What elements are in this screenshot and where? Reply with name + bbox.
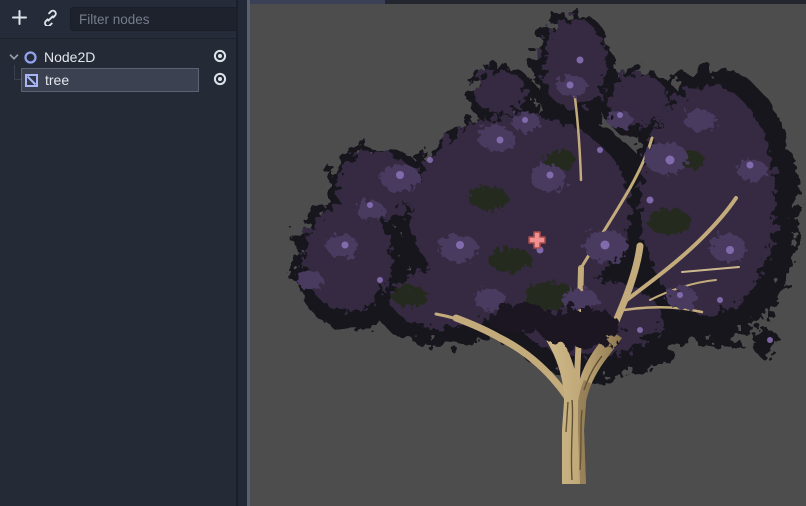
visibility-toggle-node2d[interactable] (208, 45, 232, 69)
canvas-viewport[interactable] (250, 0, 806, 506)
node2d-icon (23, 50, 38, 65)
scene-dock-content: Node2D tree (0, 0, 236, 506)
selected-row-highlight[interactable]: tree (21, 68, 199, 92)
link-icon (41, 9, 58, 29)
tree-row-node2d[interactable]: Node2D (8, 45, 232, 69)
add-node-button[interactable] (6, 6, 32, 32)
scene-toolbar (0, 0, 236, 38)
tree-row-sprite[interactable]: tree (8, 68, 232, 92)
plus-icon (11, 9, 28, 29)
tree-sprite-image[interactable] (250, 0, 806, 506)
sprite-icon (24, 73, 39, 88)
eye-icon (212, 71, 228, 90)
node2d-label: Node2D (44, 49, 95, 65)
visibility-toggle-tree[interactable] (208, 68, 232, 92)
instance-scene-button[interactable] (36, 6, 62, 32)
sprite-label: tree (45, 72, 69, 88)
scene-dock: Node2D tree (0, 0, 250, 506)
filter-nodes-input[interactable] (79, 12, 256, 27)
chevron-down-icon[interactable] (8, 51, 20, 63)
scene-tree: Node2D tree (0, 38, 236, 506)
eye-icon (212, 48, 228, 67)
